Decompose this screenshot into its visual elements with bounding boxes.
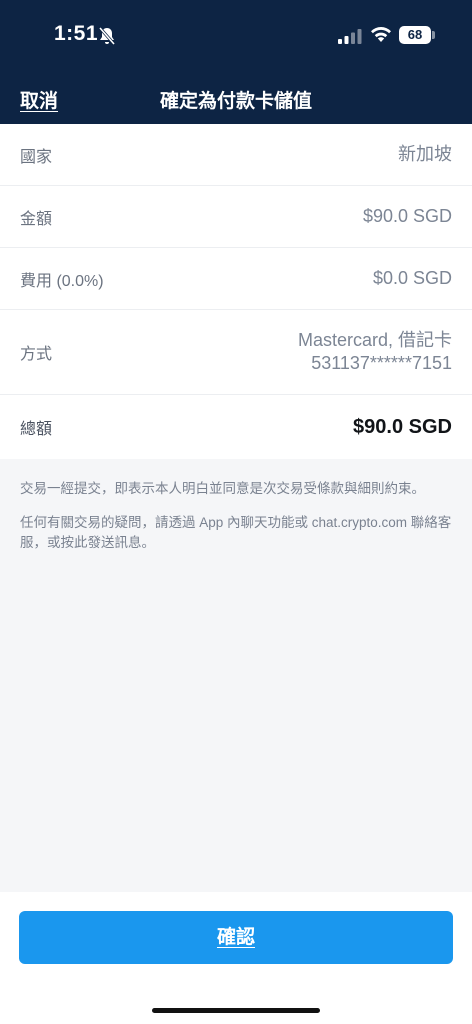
total-value: $90.0 SGD [353,415,452,438]
country-row: 國家 新加坡 [0,124,472,186]
battery-tip [432,31,435,39]
method-row: 方式 Mastercard, 借記卡 531137******7151 [0,310,472,395]
fee-label: 費用 (0.0%) [20,272,104,290]
fee-value: $0.0 SGD [372,268,452,288]
footer: 確認 [0,892,472,1024]
total-label: 總額 [20,421,53,438]
total-row: 總額 $90.0 SGD [0,395,472,459]
method-card-type: Mastercard, 借記卡 [297,330,452,350]
country-label: 國家 [20,148,53,166]
notes: 交易一經提交，即表示本人明白並同意是次交易受條款與細則約束。 任何有關交易的疑問… [20,479,456,553]
support-note[interactable]: 任何有關交易的疑問，請透過 App 內聊天功能或 chat.crypto.com… [20,513,456,553]
terms-note: 交易一經提交，即表示本人明白並同意是次交易受條款與細則約束。 [20,481,425,496]
amount-row: 金額 $90.0 SGD [0,186,472,248]
method-label: 方式 [20,346,53,363]
header: 1:51 68 取消 確定為付款卡儲值 [0,0,472,124]
home-indicator[interactable] [152,1008,320,1013]
status-bar: 1:51 68 [0,0,472,70]
amount-label: 金額 [20,210,53,228]
bell-slash-icon [98,27,116,45]
country-value: 新加坡 [398,144,452,164]
battery-icon: 68 [399,26,431,44]
status-time: 1:51 [54,22,99,45]
wifi-icon [371,26,391,42]
signal-icon [338,29,362,44]
details-list: 國家 新加坡 金額 $90.0 SGD 費用 (0.0%) $0.0 SGD 方… [0,124,472,459]
page-title: 確定為付款卡儲值 [159,91,312,112]
method-card-number: 531137******7151 [311,353,452,373]
method-value: Mastercard, 借記卡 531137******7151 [298,329,452,375]
confirm-button[interactable]: 確認 [19,911,453,964]
amount-value: $90.0 SGD [362,206,452,226]
fee-row: 費用 (0.0%) $0.0 SGD [0,248,472,310]
